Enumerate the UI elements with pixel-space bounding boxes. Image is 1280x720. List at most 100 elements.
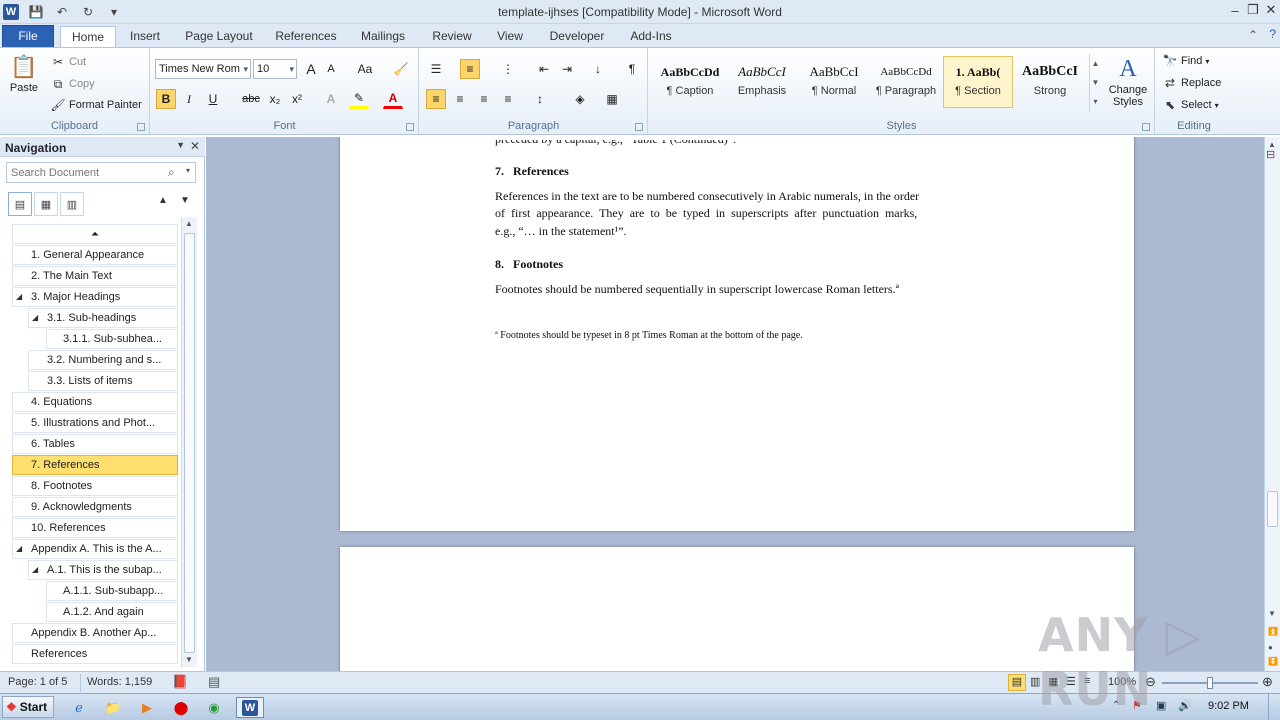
- document-scrollbar[interactable]: ▲ ⊟ ▼ ⏫ ● ⏬: [1264, 137, 1280, 671]
- style-section[interactable]: 1. AaBb(¶ Section: [943, 56, 1013, 108]
- bullets-icon[interactable]: ☰: [426, 59, 446, 79]
- numbering-icon[interactable]: ≡: [460, 59, 480, 79]
- customize-icon[interactable]: ▾: [105, 3, 123, 21]
- scroll-thumb[interactable]: [1267, 491, 1278, 527]
- nav-item[interactable]: 3.1.1. Sub-subhea...: [46, 329, 178, 349]
- style-emphasis[interactable]: AaBbCcI Emphasis: [727, 56, 797, 108]
- tab-references[interactable]: References: [270, 26, 342, 48]
- line-spacing-icon[interactable]: ↕: [530, 89, 550, 109]
- search-icon[interactable]: ⌕: [168, 165, 175, 180]
- tab-page-layout[interactable]: Page Layout: [180, 26, 258, 48]
- shading-icon[interactable]: ◈: [570, 89, 590, 109]
- nav-item[interactable]: 3.1. Sub-headings: [28, 308, 178, 328]
- styles-gallery-scroll[interactable]: ▲ ▼ ▾: [1089, 54, 1101, 112]
- superscript-button[interactable]: x²: [287, 89, 307, 109]
- page-2[interactable]: [340, 547, 1134, 671]
- browse-headings-tab[interactable]: ▤: [8, 192, 32, 216]
- close-icon[interactable]: ✕: [1262, 0, 1280, 20]
- nav-item[interactable]: 1. General Appearance: [12, 245, 178, 265]
- save-icon[interactable]: 💾: [27, 3, 45, 21]
- media-player-icon[interactable]: ▶: [136, 697, 158, 718]
- style-normal[interactable]: AaBbCcI ¶ Normal: [799, 56, 869, 108]
- nav-item-selected[interactable]: 7. References: [12, 455, 178, 475]
- ruler-toggle-icon[interactable]: ⊟: [1266, 148, 1275, 161]
- align-right-icon[interactable]: ≡: [474, 89, 494, 109]
- chrome-icon[interactable]: ◉: [203, 697, 225, 718]
- redo-icon[interactable]: ↻: [79, 3, 97, 21]
- word-count[interactable]: Words: 1,159: [87, 676, 152, 688]
- previous-heading-icon[interactable]: ▲: [158, 195, 168, 206]
- cut-button[interactable]: ✂ Cut: [50, 54, 86, 70]
- browse-pages-tab[interactable]: ▦: [34, 192, 58, 216]
- nav-item[interactable]: A.1.2. And again: [46, 602, 178, 622]
- style-paragraph[interactable]: AaBbCcDd ¶ Paragraph: [871, 56, 941, 108]
- decrease-indent-icon[interactable]: ⇤: [534, 59, 554, 79]
- help-icon[interactable]: ?: [1269, 27, 1276, 41]
- collapse-arrow-icon[interactable]: ◢: [32, 313, 38, 322]
- start-button[interactable]: ❖ Start: [2, 696, 54, 718]
- close-pane-icon[interactable]: ✕: [190, 139, 200, 153]
- minimize-ribbon-icon[interactable]: ⌃: [1248, 28, 1258, 42]
- scroll-down-icon[interactable]: ▼: [185, 655, 193, 664]
- security-icon[interactable]: ⬤: [170, 697, 192, 718]
- replace-button[interactable]: ⇄ Replace: [1162, 75, 1221, 91]
- font-dialog-launcher[interactable]: [406, 123, 414, 131]
- change-case-button[interactable]: Aa: [351, 59, 379, 79]
- collapse-all-icon[interactable]: ⏶: [12, 224, 178, 244]
- tab-developer[interactable]: Developer: [544, 26, 610, 48]
- minimize-icon[interactable]: –: [1226, 0, 1244, 20]
- collapse-arrow-icon[interactable]: ◢: [32, 565, 38, 574]
- find-button[interactable]: 🔭 Find ▾: [1162, 53, 1210, 69]
- tab-view[interactable]: View: [490, 26, 530, 48]
- tab-file[interactable]: File: [2, 25, 54, 48]
- highlight-icon[interactable]: ✎: [349, 89, 369, 109]
- paragraph-dialog-launcher[interactable]: [635, 123, 643, 131]
- tab-add-ins[interactable]: Add-Ins: [624, 26, 678, 48]
- tab-insert[interactable]: Insert: [122, 26, 168, 48]
- tab-mailings[interactable]: Mailings: [354, 26, 412, 48]
- scroll-up-icon[interactable]: ▲: [185, 219, 193, 228]
- paragraph-footnotes[interactable]: Footnotes should be numbered sequentiall…: [495, 282, 899, 297]
- text-effects-icon[interactable]: A: [321, 89, 341, 109]
- grow-font-button[interactable]: A: [301, 59, 321, 79]
- paste-button[interactable]: 📋 Paste: [6, 52, 42, 94]
- footnote-text[interactable]: ª Footnotes should be typeset in 8 pt Ti…: [495, 330, 803, 341]
- borders-icon[interactable]: ▦: [602, 89, 622, 109]
- undo-icon[interactable]: ↶: [53, 3, 71, 21]
- align-left-icon[interactable]: ≡: [426, 89, 446, 109]
- macro-icon[interactable]: ▤: [208, 674, 220, 690]
- copy-button[interactable]: ⧉ Copy: [50, 76, 95, 92]
- scroll-thumb[interactable]: [184, 233, 195, 653]
- italic-button[interactable]: I: [179, 89, 199, 109]
- nav-item[interactable]: 3.2. Numbering and s...: [28, 350, 178, 370]
- collapse-arrow-icon[interactable]: ◢: [16, 292, 22, 301]
- multilevel-list-icon[interactable]: ⋮: [498, 59, 518, 79]
- font-color-button[interactable]: A: [383, 89, 403, 109]
- browse-results-tab[interactable]: ▥: [60, 192, 84, 216]
- increase-indent-icon[interactable]: ⇥: [557, 59, 577, 79]
- format-painter-button[interactable]: 🖌 Format Painter: [50, 97, 141, 113]
- nav-item[interactable]: Appendix A. This is the A...: [12, 539, 178, 559]
- nav-item[interactable]: 2. The Main Text: [12, 266, 178, 286]
- nav-item[interactable]: 6. Tables: [12, 434, 178, 454]
- word-taskbar-button[interactable]: W: [236, 697, 264, 718]
- clear-formatting-icon[interactable]: 🧹: [391, 59, 411, 79]
- nav-item[interactable]: 9. Acknowledgments: [12, 497, 178, 517]
- search-options-icon[interactable]: ▾: [186, 166, 190, 175]
- nav-item[interactable]: Appendix B. Another Ap...: [12, 623, 178, 643]
- paragraph-line[interactable]: of first appearance. They are to be type…: [495, 206, 976, 221]
- next-heading-icon[interactable]: ▼: [180, 195, 190, 206]
- proofing-icon[interactable]: 📕: [172, 674, 188, 690]
- heading-footnotes[interactable]: 8. Footnotes: [495, 257, 563, 272]
- page-1[interactable]: preceded by a capital, e.g., “Table 1 (C…: [340, 137, 1134, 531]
- word-app-icon[interactable]: W: [3, 4, 19, 20]
- shrink-font-button[interactable]: A: [321, 59, 341, 79]
- folder-icon[interactable]: 📁: [102, 697, 124, 718]
- nav-item[interactable]: 8. Footnotes: [12, 476, 178, 496]
- align-center-icon[interactable]: ≡: [450, 89, 470, 109]
- print-layout-icon[interactable]: ▤: [1008, 674, 1026, 691]
- nav-item[interactable]: 3. Major Headings: [12, 287, 178, 307]
- justify-icon[interactable]: ≡: [498, 89, 518, 109]
- document-area[interactable]: preceded by a capital, e.g., “Table 1 (C…: [206, 137, 1264, 671]
- show-formatting-icon[interactable]: ¶: [622, 59, 642, 79]
